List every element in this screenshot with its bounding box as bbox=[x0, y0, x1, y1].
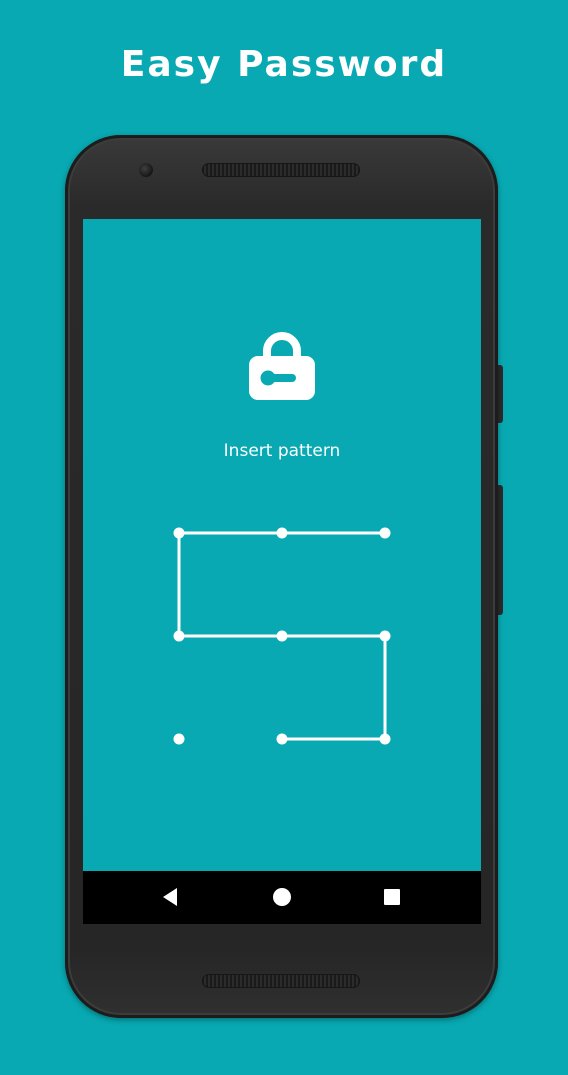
front-camera bbox=[139, 163, 153, 177]
bottom-speaker bbox=[202, 974, 360, 988]
pattern-dot-1[interactable] bbox=[173, 527, 185, 539]
navigation-bar bbox=[83, 871, 481, 924]
pattern-dot-9[interactable] bbox=[379, 733, 391, 745]
pattern-dot-5[interactable] bbox=[276, 630, 288, 642]
back-triangle-icon bbox=[163, 888, 177, 906]
pattern-dot-6[interactable] bbox=[379, 630, 391, 642]
pattern-dot-4[interactable] bbox=[173, 630, 185, 642]
pattern-lock-grid[interactable] bbox=[83, 219, 481, 871]
promo-title: Easy Password bbox=[120, 44, 448, 85]
phone-screen: Insert pattern bbox=[83, 219, 481, 871]
home-button[interactable] bbox=[252, 871, 312, 924]
earpiece-speaker bbox=[202, 163, 360, 177]
home-circle-icon bbox=[273, 888, 291, 906]
pattern-dot-8[interactable] bbox=[276, 733, 288, 745]
recents-square-icon bbox=[384, 889, 400, 905]
recents-button[interactable] bbox=[362, 871, 422, 924]
pattern-dot-3[interactable] bbox=[379, 527, 391, 539]
pattern-dot-2[interactable] bbox=[276, 527, 288, 539]
back-button[interactable] bbox=[141, 871, 201, 924]
pattern-dot-7[interactable] bbox=[173, 733, 185, 745]
